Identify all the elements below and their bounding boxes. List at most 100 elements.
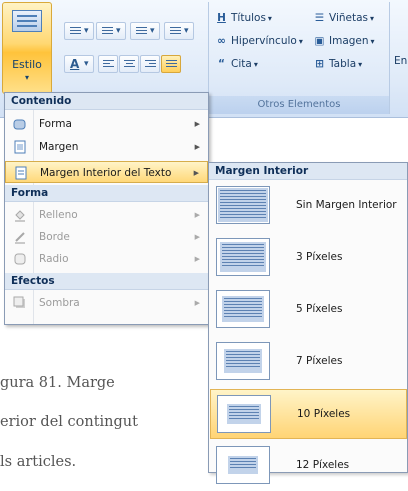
chevron-down-icon: ▾ [370, 14, 375, 23]
estilo-button[interactable]: Estilo ▾ [2, 2, 52, 94]
indent-right-button[interactable]: ▾ [96, 22, 126, 40]
menu-item-radio[interactable]: Radio ▶ [5, 248, 208, 270]
option-10px[interactable]: 10 Píxeles [210, 389, 407, 439]
section-forma: Forma [5, 185, 208, 202]
line-spacing-button[interactable]: ▾ [130, 22, 160, 40]
chevron-down-icon: ▾ [358, 60, 363, 69]
submenu-arrow-icon: ▶ [194, 233, 200, 241]
menu-item-relleno[interactable]: Relleno ▶ [5, 204, 208, 226]
imagen-button[interactable]: ▣ Imagen ▾ [313, 35, 375, 47]
padding-preview-icon [216, 186, 270, 224]
border-pen-icon [15, 232, 25, 244]
menu-item-label: Margen [39, 141, 79, 153]
menu-item-label: Forma [39, 118, 72, 130]
tabla-button[interactable]: ⊞ Tabla ▾ [313, 58, 362, 70]
shape-icon [13, 119, 26, 130]
chevron-down-icon: ▾ [370, 37, 375, 46]
chevron-down-icon: ▾ [298, 37, 303, 46]
fill-bucket-icon [15, 210, 25, 222]
chevron-down-icon: ▾ [150, 26, 155, 36]
caption-line-2: erior del contingut [0, 414, 138, 430]
text-color-button[interactable]: A ▾ [64, 55, 94, 73]
option-label: 5 Píxeles [296, 303, 343, 315]
menu-item-label: Sombra [39, 297, 80, 309]
outdent-icon [102, 27, 113, 36]
vinetas-label: Viñetas [329, 12, 369, 24]
option-label: 3 Píxeles [296, 251, 343, 263]
imagen-label: Imagen [329, 35, 369, 47]
justify-button[interactable] [161, 55, 181, 73]
option-label: Sin Margen Interior [296, 199, 397, 211]
padding-icon [15, 166, 27, 180]
corner-radius-icon [14, 253, 26, 265]
chevron-down-icon: ▾ [267, 14, 272, 23]
cita-button[interactable]: “ Cita ▾ [215, 58, 258, 70]
caption-line-3: ls articles. [0, 454, 77, 470]
submenu-arrow-icon: ▶ [194, 143, 200, 151]
bullet-list-icon: ☰ [314, 12, 325, 24]
option-12px[interactable]: 12 Píxeles [210, 441, 407, 491]
submenu-arrow-icon: ▶ [194, 255, 200, 263]
align-right-icon [145, 60, 156, 69]
paragraph-spacing-button[interactable]: ▾ [164, 22, 194, 40]
align-right-button[interactable] [140, 55, 160, 73]
menu-item-margen-interior[interactable]: Margen Interior del Texto ▶ [5, 161, 208, 183]
chevron-down-icon: ▾ [24, 73, 29, 82]
indent-icon [70, 27, 81, 36]
section-contenido: Contenido [5, 93, 208, 110]
estilo-menu: Contenido Forma ▶ Margen ▶ Margen Interi… [4, 92, 209, 325]
submenu-arrow-icon: ▶ [194, 211, 200, 219]
image-icon: ▣ [314, 35, 325, 47]
estilo-label: Estilo [12, 58, 42, 71]
submenu-arrow-icon: ▶ [194, 120, 200, 128]
option-label: 12 Píxeles [296, 459, 350, 471]
ribbon-extra-label[interactable]: En [394, 55, 407, 67]
menu-item-label: Margen Interior del Texto [40, 167, 172, 179]
titulos-button[interactable]: H Títulos ▾ [215, 12, 272, 24]
option-7px[interactable]: 7 Píxeles [210, 337, 407, 387]
margen-interior-submenu: Margen Interior Sin Margen Interior 3 Pí… [208, 162, 408, 484]
menu-item-sombra[interactable]: Sombra ▶ [5, 292, 208, 314]
line-spacing-icon [136, 27, 147, 36]
menu-item-borde[interactable]: Borde ▶ [5, 226, 208, 248]
menu-item-label: Radio [39, 253, 69, 265]
align-center-button[interactable] [119, 55, 139, 73]
group-label: Otros Elementos [209, 96, 389, 114]
hipervinculo-label: Hipervínculo [231, 35, 297, 47]
margin-icon [14, 140, 26, 154]
justify-icon [166, 60, 177, 69]
titulos-label: Títulos [231, 12, 266, 24]
paragraph-spacing-icon [170, 27, 181, 36]
menu-item-margen[interactable]: Margen ▶ [5, 136, 208, 158]
chevron-down-icon: ▾ [184, 26, 189, 36]
option-label: 7 Píxeles [296, 355, 343, 367]
option-5px[interactable]: 5 Píxeles [210, 285, 407, 335]
chevron-down-icon: ▾ [84, 26, 89, 36]
section-efectos: Efectos [5, 273, 208, 290]
menu-item-forma[interactable]: Forma ▶ [5, 113, 208, 135]
shadow-icon [13, 296, 25, 308]
menu-item-label: Relleno [39, 209, 78, 221]
otros-elementos-group: H Títulos ▾ ☰ Viñetas ▾ ∞ Hipervínculo ▾ ▣ Imag… [208, 2, 390, 114]
hipervinculo-button[interactable]: ∞ Hipervínculo ▾ [215, 35, 303, 47]
text-color-icon: A [70, 57, 80, 71]
align-left-button[interactable] [98, 55, 118, 73]
indent-left-button[interactable]: ▾ [64, 22, 94, 40]
chevron-down-icon: ▾ [84, 59, 89, 69]
padding-preview-icon [216, 446, 270, 484]
option-label: 10 Píxeles [297, 408, 351, 420]
link-icon: ∞ [217, 35, 226, 47]
option-3px[interactable]: 3 Píxeles [210, 233, 407, 283]
padding-preview-icon [216, 238, 270, 276]
submenu-header: Margen Interior [209, 163, 407, 180]
submenu-arrow-icon: ▶ [193, 169, 199, 177]
quote-icon: “ [218, 58, 225, 70]
vinetas-button[interactable]: ☰ Viñetas ▾ [313, 12, 374, 24]
align-left-icon [103, 60, 114, 69]
estilo-icon [12, 10, 42, 32]
padding-preview-icon [216, 290, 270, 328]
option-sin-margen[interactable]: Sin Margen Interior [210, 181, 407, 231]
table-icon: ⊞ [315, 58, 324, 70]
tabla-label: Tabla [329, 58, 357, 70]
padding-preview-icon [217, 395, 271, 433]
